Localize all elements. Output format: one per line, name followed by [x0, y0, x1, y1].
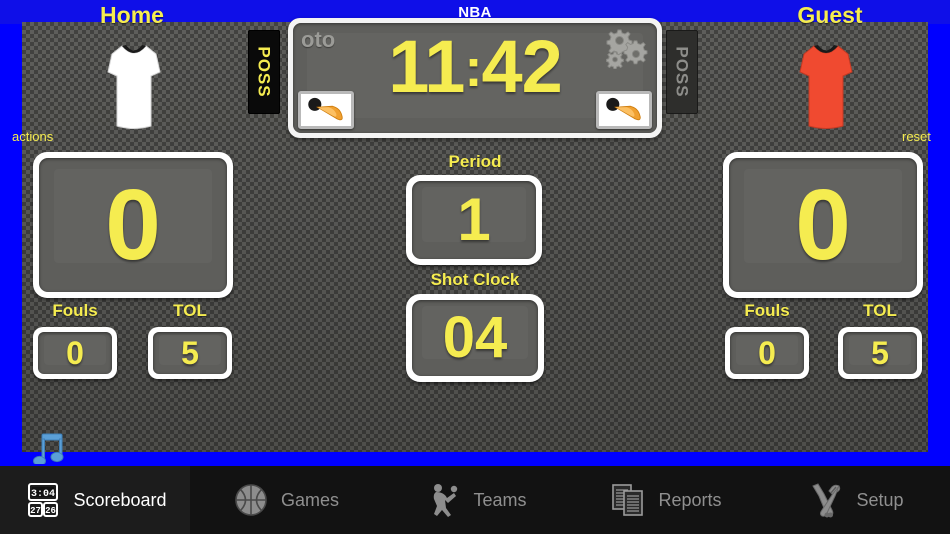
game-clock-panel[interactable]: oto 11:42 — [288, 18, 662, 138]
guest-tol-value: 5 — [871, 335, 889, 371]
horn-button-right[interactable] — [596, 91, 652, 129]
home-tol-box[interactable]: 5 — [148, 327, 232, 379]
period-value: 1 — [457, 186, 491, 253]
guest-fouls-caption: Fouls — [744, 301, 790, 320]
period-face: 1 — [412, 181, 536, 259]
guest-tol-face: 5 — [843, 332, 917, 374]
clock-minutes: 11 — [388, 25, 465, 108]
period-box[interactable]: 1 — [406, 175, 542, 265]
guest-possession-indicator[interactable]: POSS — [666, 30, 698, 114]
shot-clock-face: 04 — [412, 300, 538, 376]
guest-tol-box[interactable]: 5 — [838, 327, 922, 379]
reset-link[interactable]: reset — [902, 129, 931, 144]
shot-clock-value: 04 — [442, 305, 508, 370]
guest-score-face: 0 — [729, 158, 917, 292]
actions-link[interactable]: actions — [12, 129, 53, 144]
tab-teams-label: Teams — [473, 489, 527, 510]
guest-score-box[interactable]: 0 — [723, 152, 923, 298]
home-score-face: 0 — [39, 158, 227, 292]
air-horn-icon — [308, 97, 343, 121]
home-score-value: 0 — [105, 169, 161, 281]
air-horn-icon — [606, 97, 641, 121]
guest-tol-caption: TOL — [863, 301, 897, 320]
scoreboard-app: NBA Home Guest POSS POSS actions reset o… — [0, 0, 950, 534]
tab-bar: 3:04 27 26 Scoreboard Games Teams Report… — [0, 464, 950, 534]
guest-fouls-box[interactable]: 0 — [725, 327, 809, 379]
tab-games[interactable]: Games — [190, 466, 380, 534]
home-fouls-box[interactable]: 0 — [33, 327, 117, 379]
guest-fouls-face: 0 — [730, 332, 804, 374]
home-score-box[interactable]: 0 — [33, 152, 233, 298]
tab-reports-label: Reports — [658, 489, 722, 510]
home-fouls-caption: Fouls — [52, 301, 98, 320]
tools-icon — [806, 480, 846, 520]
guest-jersey-icon[interactable] — [796, 42, 856, 132]
shot-clock-box[interactable]: 04 — [406, 294, 544, 382]
guest-team-name[interactable]: Guest — [760, 2, 900, 29]
game-clock-face: oto 11:42 — [293, 23, 657, 133]
svg-text:27: 27 — [31, 506, 42, 516]
basketball-icon — [231, 480, 271, 520]
player-icon — [423, 480, 463, 520]
home-team-name[interactable]: Home — [62, 2, 202, 29]
home-jersey-icon[interactable] — [104, 42, 164, 132]
svg-text:3:04: 3:04 — [31, 489, 55, 500]
clock-colon: : — [464, 38, 482, 98]
home-poss-label: POSS — [255, 46, 274, 98]
shot-clock-caption: Shot Clock — [430, 270, 520, 289]
tab-games-label: Games — [280, 489, 340, 510]
home-fouls-face: 0 — [38, 332, 112, 374]
tab-scoreboard[interactable]: 3:04 27 26 Scoreboard — [0, 466, 190, 534]
guest-score-value: 0 — [795, 169, 851, 281]
tab-reports[interactable]: Reports — [570, 466, 760, 534]
guest-poss-label: POSS — [673, 46, 692, 98]
home-tol-value: 5 — [181, 335, 199, 371]
documents-icon — [608, 480, 648, 520]
mini-scoreboard-icon: 3:04 27 26 — [23, 480, 63, 520]
clock-seconds: 42 — [481, 25, 562, 108]
guest-fouls-value: 0 — [758, 335, 776, 371]
tab-scoreboard-label: Scoreboard — [73, 489, 167, 510]
home-tol-face: 5 — [153, 332, 227, 374]
home-tol-caption: TOL — [173, 301, 207, 320]
period-caption: Period — [448, 152, 502, 171]
tab-setup[interactable]: Setup — [760, 466, 950, 534]
svg-text:26: 26 — [46, 506, 57, 516]
home-fouls-value: 0 — [66, 335, 84, 371]
horn-button-left[interactable] — [298, 91, 354, 129]
tab-teams[interactable]: Teams — [380, 466, 570, 534]
home-possession-indicator[interactable]: POSS — [248, 30, 280, 114]
tab-setup-label: Setup — [856, 489, 904, 510]
